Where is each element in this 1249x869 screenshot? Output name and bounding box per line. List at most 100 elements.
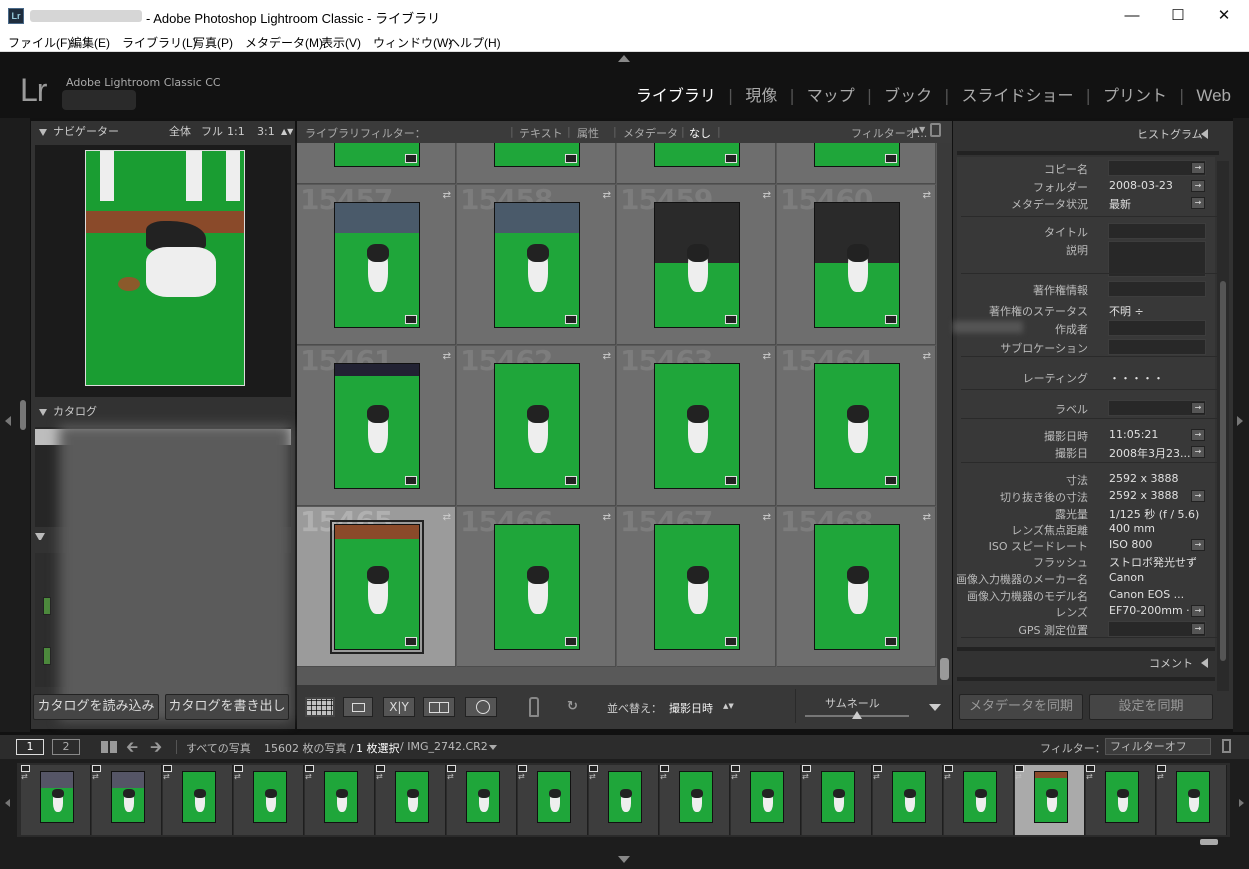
menu-edit[interactable]: 編集(E) bbox=[70, 34, 110, 51]
metadata-input[interactable] bbox=[1108, 241, 1206, 277]
menu-help[interactable]: ヘルプ(H) bbox=[448, 34, 501, 51]
comments-collapse-icon[interactable] bbox=[1201, 658, 1208, 668]
photo-thumbnail[interactable] bbox=[334, 363, 420, 489]
photo-thumbnail[interactable] bbox=[814, 202, 900, 328]
metadata-input[interactable] bbox=[1108, 339, 1206, 355]
grid-cell[interactable]: 15458 ⇄ bbox=[457, 185, 616, 345]
filmstrip-cell[interactable]: ⇄ bbox=[660, 765, 730, 835]
spray-can-icon[interactable] bbox=[529, 697, 539, 717]
minimize-icon[interactable]: — bbox=[1109, 0, 1155, 31]
filmstrip-cell[interactable]: ⇄ bbox=[305, 765, 375, 835]
filter-dropdown[interactable]: フィルターオフ bbox=[1105, 738, 1211, 755]
filmstrip-thumbnail[interactable] bbox=[324, 771, 358, 823]
close-icon[interactable]: ✕ bbox=[1201, 0, 1247, 31]
grid-toggle-icon[interactable] bbox=[101, 741, 117, 753]
zoom-3-1[interactable]: 3:1 bbox=[257, 121, 275, 143]
filmstrip-thumbnail[interactable] bbox=[1105, 771, 1139, 823]
metadata-action-icon[interactable]: → bbox=[1191, 605, 1205, 617]
filmstrip-cell[interactable]: ⇄ bbox=[944, 765, 1014, 835]
photo-thumbnail[interactable] bbox=[654, 524, 740, 650]
window-1-button[interactable]: 1 bbox=[16, 739, 44, 755]
sync-settings-button[interactable]: 設定を同期 bbox=[1089, 694, 1213, 720]
left-panel-grip[interactable] bbox=[20, 400, 26, 430]
filmstrip-cell[interactable]: ⇄ bbox=[447, 765, 517, 835]
grid-cell[interactable]: 15459 ⇄ bbox=[617, 185, 776, 345]
module-book[interactable]: ブック bbox=[884, 82, 932, 106]
filmstrip-cell[interactable]: ⇄ bbox=[1015, 765, 1085, 835]
sort-dropdown[interactable]: 撮影日時 bbox=[669, 700, 713, 716]
photo-thumbnail[interactable] bbox=[654, 202, 740, 328]
filmstrip-thumbnail[interactable] bbox=[1176, 771, 1210, 823]
filter-metadata[interactable]: メタデータ bbox=[623, 125, 678, 141]
catalog-header[interactable]: カタログ bbox=[31, 401, 295, 423]
photo-thumbnail[interactable] bbox=[814, 363, 900, 489]
navigator-preview[interactable] bbox=[35, 145, 291, 397]
grid-cell[interactable]: ⇄ bbox=[617, 143, 776, 184]
filmstrip-cell[interactable]: ⇄ bbox=[1157, 765, 1227, 835]
filmstrip-cell[interactable]: ⇄ bbox=[376, 765, 446, 835]
metadata-action-icon[interactable]: → bbox=[1191, 490, 1205, 502]
rotate-icon[interactable]: ⇄ bbox=[443, 351, 451, 362]
survey-view-icon[interactable] bbox=[423, 697, 455, 717]
rotate-icon[interactable]: ⇄ bbox=[603, 512, 611, 523]
menu-library[interactable]: ライブラリ(L) bbox=[122, 34, 197, 51]
filmstrip-cell[interactable]: ⇄ bbox=[234, 765, 304, 835]
rotate-icon[interactable]: ⇄ bbox=[443, 512, 451, 523]
grid-cell[interactable]: ⇄ bbox=[297, 143, 456, 184]
photo-thumbnail[interactable] bbox=[494, 524, 580, 650]
zoom-fit[interactable]: 全体 bbox=[169, 121, 191, 143]
collapse-triangle-icon[interactable] bbox=[35, 533, 45, 543]
filmstrip-thumbnail[interactable] bbox=[253, 771, 287, 823]
photo-thumbnail[interactable] bbox=[494, 363, 580, 489]
grid-cell[interactable]: 15461 ⇄ bbox=[297, 346, 456, 506]
zoom-stepper-icon[interactable]: ▲▼ bbox=[281, 121, 293, 143]
module-map[interactable]: マップ bbox=[807, 82, 855, 106]
filmstrip-thumbnail[interactable] bbox=[466, 771, 500, 823]
menu-photo[interactable]: 写真(P) bbox=[193, 34, 233, 51]
filmstrip-cell[interactable]: ⇄ bbox=[802, 765, 872, 835]
sort-stepper-icon[interactable]: ▲▼ bbox=[723, 702, 734, 710]
photo-thumbnail[interactable] bbox=[654, 363, 740, 489]
module-develop[interactable]: 現像 bbox=[745, 82, 777, 106]
photo-thumbnail[interactable] bbox=[334, 202, 420, 328]
grid-cell[interactable]: 15463 ⇄ bbox=[617, 346, 776, 506]
photo-thumbnail[interactable] bbox=[814, 524, 900, 650]
navigator-header[interactable]: ナビゲーター 全体 フル 1:1 3:1 ▲▼ bbox=[31, 121, 295, 143]
people-view-icon[interactable] bbox=[465, 697, 497, 717]
window-2-button[interactable]: 2 bbox=[52, 739, 80, 755]
filmstrip-thumbnail[interactable] bbox=[963, 771, 997, 823]
left-panel-toggle-icon[interactable] bbox=[5, 416, 11, 426]
filmstrip-thumbnail[interactable] bbox=[892, 771, 926, 823]
bottom-panel-toggle-icon[interactable] bbox=[618, 856, 630, 863]
filmstrip-cell[interactable]: ⇄ bbox=[21, 765, 91, 835]
filmstrip-cell[interactable]: ⇄ bbox=[92, 765, 162, 835]
scroll-thumb[interactable] bbox=[940, 658, 949, 680]
module-slideshow[interactable]: スライドショー bbox=[962, 82, 1074, 106]
filmstrip-cell[interactable]: ⇄ bbox=[731, 765, 801, 835]
grid-view-icon[interactable] bbox=[305, 697, 335, 717]
metadata-action-icon[interactable]: → bbox=[1191, 180, 1205, 192]
rotate-icon[interactable]: ⇄ bbox=[763, 351, 771, 362]
filmstrip-thumbnail[interactable] bbox=[608, 771, 642, 823]
grid-cell[interactable]: 15460 ⇄ bbox=[777, 185, 936, 345]
module-web[interactable]: Web bbox=[1196, 86, 1231, 106]
filename-dropdown-icon[interactable] bbox=[489, 745, 497, 750]
grid-cell[interactable]: ⇄ bbox=[457, 143, 616, 184]
filmstrip-thumbnail[interactable] bbox=[679, 771, 713, 823]
filter-text[interactable]: テキスト bbox=[519, 125, 563, 141]
filmstrip-thumbnail[interactable] bbox=[111, 771, 145, 823]
grid-scrollbar[interactable] bbox=[937, 143, 952, 685]
filmstrip-thumbnail[interactable] bbox=[750, 771, 784, 823]
rotate-icon[interactable]: ⇄ bbox=[923, 190, 931, 201]
grid-cell[interactable]: 15462 ⇄ bbox=[457, 346, 616, 506]
comments-header[interactable]: コメント bbox=[1149, 655, 1193, 671]
photo-thumbnail[interactable] bbox=[330, 520, 424, 654]
menu-file[interactable]: ファイル(F) bbox=[8, 34, 71, 51]
filmstrip-thumbnail[interactable] bbox=[1034, 771, 1068, 823]
grid-cell[interactable]: ⇄ bbox=[777, 143, 936, 184]
filmstrip-thumbnail[interactable] bbox=[537, 771, 571, 823]
top-panel-toggle-icon[interactable] bbox=[618, 55, 630, 62]
rotate-icon[interactable]: ⇄ bbox=[923, 351, 931, 362]
grid-cell[interactable]: 15457 ⇄ bbox=[297, 185, 456, 345]
grid-cell[interactable]: 15467 ⇄ bbox=[617, 507, 776, 667]
